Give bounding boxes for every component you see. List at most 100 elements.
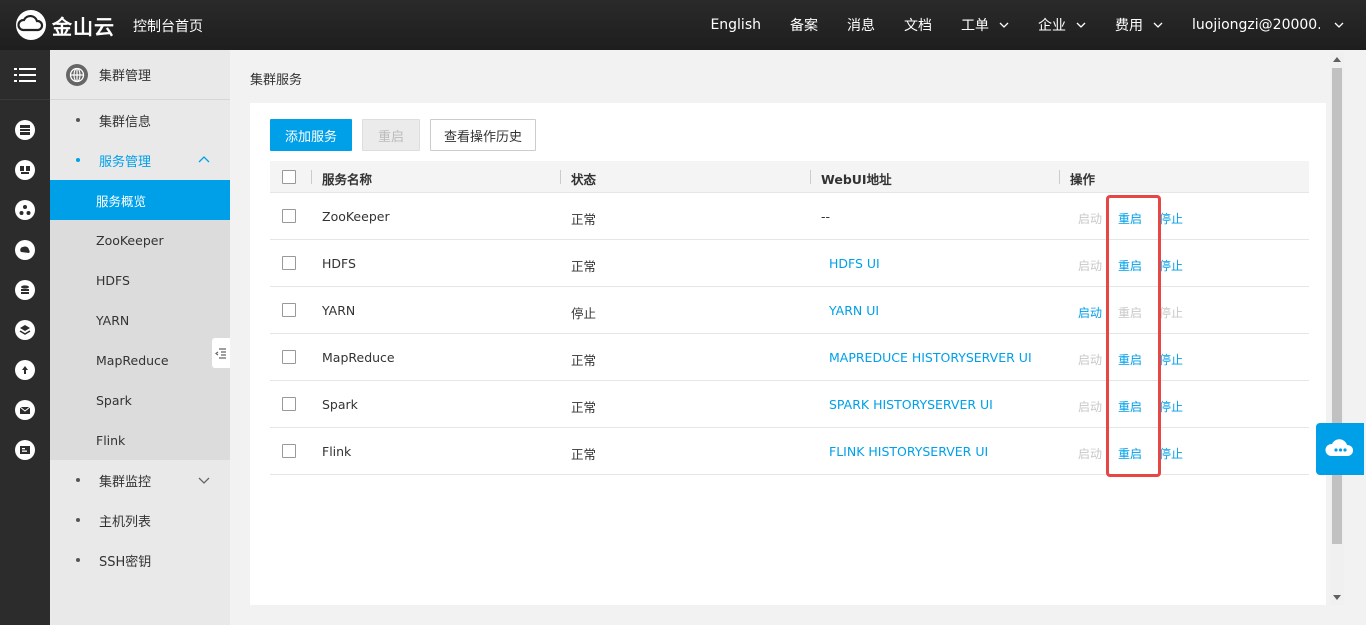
chat-cloud-icon xyxy=(1325,439,1354,456)
webui-link[interactable]: FLINK HISTORYSERVER UI xyxy=(829,444,988,459)
chevron-down-icon xyxy=(1334,22,1344,28)
start-action[interactable]: 启动 xyxy=(1078,257,1102,274)
service-status: 正常 xyxy=(571,259,597,274)
mail-icon xyxy=(15,400,35,420)
sidebar-item-cluster-info[interactable]: 集群信息 xyxy=(50,100,230,140)
top-bar: 金山云 控制台首页 English 备案 消息 文档 工单 企业 费用 luoj… xyxy=(0,0,1366,50)
console-home-link[interactable]: 控制台首页 xyxy=(133,16,203,36)
chevron-down-icon xyxy=(198,477,210,484)
row-checkbox[interactable] xyxy=(282,256,296,270)
sidebar-item-host-list[interactable]: 主机列表 xyxy=(50,500,230,540)
sidebar-sub-flink[interactable]: Flink xyxy=(50,420,230,460)
start-action[interactable]: 启动 xyxy=(1078,351,1102,368)
service-status: 正常 xyxy=(571,400,597,415)
layers-icon xyxy=(15,320,35,340)
scroll-down-icon[interactable] xyxy=(1333,595,1341,600)
server-icon xyxy=(15,120,35,140)
row-checkbox[interactable] xyxy=(282,303,296,317)
sidebar-sub-hdfs[interactable]: HDFS xyxy=(50,260,230,300)
collapse-menu-icon xyxy=(215,348,226,359)
table-header: 服务名称 状态 WebUI地址 操作 xyxy=(270,161,1309,193)
stop-action[interactable]: 停止 xyxy=(1159,210,1183,227)
row-checkbox[interactable] xyxy=(282,209,296,223)
sidebar-item-service-management[interactable]: 服务管理 xyxy=(50,140,230,180)
sidebar-header: 集群管理 xyxy=(50,50,230,100)
start-action[interactable]: 启动 xyxy=(1078,304,1102,321)
menu-icon xyxy=(14,67,36,82)
sidebar-item-ssh-keys[interactable]: SSH密钥 xyxy=(50,540,230,580)
rail-card-button[interactable] xyxy=(0,430,50,470)
stop-action[interactable]: 停止 xyxy=(1159,445,1183,462)
rail-mail-button[interactable] xyxy=(0,390,50,430)
page-title: 集群服务 xyxy=(250,73,303,88)
start-action[interactable]: 启动 xyxy=(1078,210,1102,227)
icon-rail xyxy=(0,50,50,625)
restart-button[interactable]: 重启 xyxy=(362,119,420,151)
nav-docs[interactable]: 文档 xyxy=(904,15,932,35)
rail-upload-button[interactable] xyxy=(0,350,50,390)
chevron-down-icon xyxy=(1076,22,1086,28)
rail-monitor-button[interactable] xyxy=(0,150,50,190)
col-service-name: 服务名称 xyxy=(322,172,373,187)
rail-network-button[interactable] xyxy=(0,190,50,230)
nav-filing[interactable]: 备案 xyxy=(790,15,818,35)
nav-billing[interactable]: 费用 xyxy=(1115,15,1163,35)
select-all-checkbox[interactable] xyxy=(282,170,296,184)
sidebar-sub-yarn[interactable]: YARN xyxy=(50,300,230,340)
webui-link[interactable]: SPARK HISTORYSERVER UI xyxy=(829,397,993,412)
scroll-up-icon[interactable] xyxy=(1333,57,1341,62)
view-history-button[interactable]: 查看操作历史 xyxy=(430,119,536,151)
stop-action[interactable]: 停止 xyxy=(1159,304,1183,321)
stop-action[interactable]: 停止 xyxy=(1159,351,1183,368)
cluster-globe-icon xyxy=(66,63,88,86)
nav-enterprise[interactable]: 企业 xyxy=(1038,15,1086,35)
rail-layers-button[interactable] xyxy=(0,310,50,350)
sidebar-sub-mapreduce[interactable]: MapReduce xyxy=(50,340,230,380)
sidebar-sub-zookeeper[interactable]: ZooKeeper xyxy=(50,220,230,260)
user-menu[interactable]: luojiongzi@20000... xyxy=(1192,17,1344,33)
service-name: MapReduce xyxy=(322,350,395,365)
start-action[interactable]: 启动 xyxy=(1078,398,1102,415)
service-name: HDFS xyxy=(322,256,356,271)
stop-action[interactable]: 停止 xyxy=(1159,257,1183,274)
rail-database-button[interactable] xyxy=(0,270,50,310)
start-action[interactable]: 启动 xyxy=(1078,445,1102,462)
id-card-icon xyxy=(15,440,35,460)
row-checkbox[interactable] xyxy=(282,397,296,411)
restart-column-highlight xyxy=(1106,195,1161,477)
brand-name: 金山云 xyxy=(52,14,115,39)
sidebar-sub-spark[interactable]: Spark xyxy=(50,380,230,420)
service-status: 停止 xyxy=(571,306,597,321)
row-checkbox[interactable] xyxy=(282,350,296,364)
nav-tickets[interactable]: 工单 xyxy=(961,15,1009,35)
rail-server-button[interactable] xyxy=(0,110,50,150)
col-webui: WebUI地址 xyxy=(821,172,892,187)
sidebar-item-cluster-monitor[interactable]: 集群监控 xyxy=(50,460,230,500)
menu-toggle-button[interactable] xyxy=(0,50,50,100)
page-scrollbar[interactable] xyxy=(1330,52,1344,605)
sidebar-sub-service-overview[interactable]: 服务概览 xyxy=(50,180,230,220)
support-widget-button[interactable] xyxy=(1316,423,1364,475)
add-service-button[interactable]: 添加服务 xyxy=(270,119,352,151)
webui-link[interactable]: HDFS UI xyxy=(829,256,880,271)
chevron-up-icon xyxy=(198,156,210,163)
nav-messages[interactable]: 消息 xyxy=(847,15,875,35)
row-checkbox[interactable] xyxy=(282,444,296,458)
rail-cloud-button[interactable] xyxy=(0,230,50,270)
service-status: 正常 xyxy=(571,212,597,227)
stop-action[interactable]: 停止 xyxy=(1159,398,1183,415)
sidebar-title: 集群管理 xyxy=(99,69,152,84)
cloud-upload-icon xyxy=(15,360,35,380)
network-icon xyxy=(15,200,35,220)
cloud-logo-icon xyxy=(14,9,48,41)
webui-link[interactable]: YARN UI xyxy=(829,303,879,318)
logo[interactable]: 金山云 xyxy=(14,9,115,41)
cloud-swirl-icon xyxy=(15,240,35,260)
chevron-down-icon xyxy=(1153,22,1163,28)
sidebar-collapse-button[interactable] xyxy=(212,338,230,368)
webui-link[interactable]: MAPREDUCE HISTORYSERVER UI xyxy=(829,350,1032,365)
nav-english[interactable]: English xyxy=(710,17,761,33)
service-name: Flink xyxy=(322,444,352,459)
col-actions: 操作 xyxy=(1070,172,1096,187)
service-name: ZooKeeper xyxy=(322,209,390,224)
